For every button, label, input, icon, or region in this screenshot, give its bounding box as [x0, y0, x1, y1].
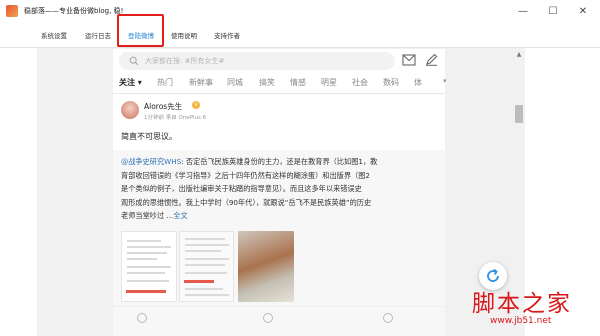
category-tabs: 关注 ▾ 热门 新鲜事 同城 搞笑 情感 明星 社会 数码 体 ▾: [113, 72, 447, 94]
tab-bar: 系统设置 运行日志 登陆微博 使用说明 支持作者: [0, 22, 600, 48]
weibo-page: 大家都在搜: #所有女生# 关注 ▾ 热门 新鲜事 同城 搞笑 情感 明星 社会…: [113, 49, 447, 336]
category-digital[interactable]: 数码: [383, 77, 399, 88]
image-thumbnail-1[interactable]: [121, 231, 177, 302]
compose-icon[interactable]: [425, 53, 438, 66]
mail-icon[interactable]: [402, 54, 416, 66]
tab-highlight-box: [117, 14, 164, 47]
avatar[interactable]: [121, 101, 139, 119]
watermark-url: www.jb51.net: [490, 316, 552, 326]
maximize-icon[interactable]: ☐: [538, 0, 568, 22]
category-following[interactable]: 关注 ▾: [119, 77, 142, 88]
repost-icon[interactable]: [137, 313, 147, 323]
tab-system-settings[interactable]: 系统设置: [41, 30, 67, 40]
watermark: 脚本之家 www.jb51.net: [470, 284, 600, 336]
search-icon: [129, 56, 139, 66]
minimize-icon[interactable]: —: [508, 0, 538, 22]
quote-author-link[interactable]: @战争史研究WHS: [121, 157, 181, 166]
category-fresh[interactable]: 新鲜事: [189, 77, 213, 88]
category-hot[interactable]: 热门: [157, 77, 173, 88]
search-placeholder: 大家都在搜: #所有女生#: [145, 57, 225, 65]
quote-line: 是个类似的例子，出版社编审关于粘踏的指导意见）。而且这多年以来错误史: [121, 184, 362, 193]
category-sports[interactable]: 体: [414, 77, 422, 88]
comment-icon[interactable]: [263, 313, 273, 323]
quoted-post[interactable]: @战争史研究WHS: 否定岳飞民族英雄身份的主力，还是在教育界（比如图1，教 育…: [113, 150, 445, 336]
category-local[interactable]: 同城: [227, 77, 243, 88]
watermark-title: 脚本之家: [472, 291, 572, 317]
like-icon[interactable]: [383, 313, 393, 323]
category-society[interactable]: 社会: [352, 77, 368, 88]
post-text: 简直不可思议。: [121, 132, 177, 141]
scroll-up-icon[interactable]: ▲: [514, 50, 524, 60]
search-input[interactable]: 大家都在搜: #所有女生#: [119, 52, 395, 70]
post-actions: [113, 306, 445, 336]
chevron-down-icon[interactable]: ▾: [443, 77, 447, 85]
search-bar: 大家都在搜: #所有女生#: [113, 49, 445, 72]
post-meta: 1分钟前 来自 OnePlus 6: [144, 115, 207, 121]
quote-line: 老师当堂吵过 ...: [121, 211, 174, 220]
app-icon: [6, 5, 18, 17]
verified-badge-icon: V: [192, 101, 200, 109]
scroll-thumb[interactable]: [515, 105, 523, 123]
window-title: 稳部落——专业备份微blog, 稳!: [24, 7, 124, 15]
tab-support-author[interactable]: 支持作者: [214, 30, 240, 40]
image-thumbnail-3[interactable]: [238, 231, 294, 302]
quote-line: 观形成的思维惯性。我上中学时（90年代），就跟说“岳飞不是民族英雄”的历史: [121, 197, 372, 207]
image-thumbnail-2[interactable]: [179, 231, 234, 302]
author-name[interactable]: Aloros先生: [144, 101, 182, 112]
tab-run-log[interactable]: 运行日志: [85, 30, 111, 40]
full-text-link[interactable]: 全文: [173, 211, 187, 220]
tab-usage-guide[interactable]: 使用说明: [171, 30, 197, 40]
quote-line: 育部收回错误的《学习指导》之后十四年仍然有这样的糊涂蛋）和出版界（图2: [121, 170, 370, 180]
quote-line: : 否定岳飞民族英雄身份的主力，还是在教育界（比如图1，教: [181, 157, 378, 166]
quote-text: @战争史研究WHS: 否定岳飞民族英雄身份的主力，还是在教育界（比如图1，教 育…: [121, 155, 437, 223]
post-author: Aloros先生 V 1分钟前 来自 OnePlus 6: [121, 101, 441, 127]
close-icon[interactable]: ✕: [568, 0, 598, 22]
title-bar: 稳部落——专业备份微blog, 稳! — ☐ ✕: [0, 0, 600, 22]
category-stars[interactable]: 明星: [321, 77, 337, 88]
refresh-icon: [487, 268, 499, 282]
category-funny[interactable]: 搞笑: [259, 77, 275, 88]
category-emotion[interactable]: 情感: [290, 77, 306, 88]
